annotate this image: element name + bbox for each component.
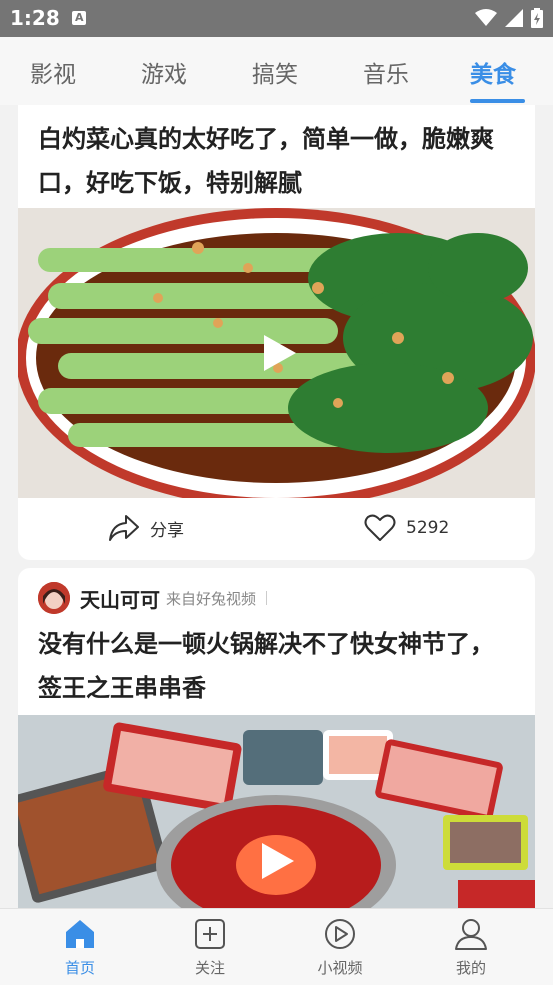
video-thumbnail[interactable] xyxy=(18,715,535,908)
share-icon xyxy=(109,515,139,541)
play-icon[interactable] xyxy=(264,335,296,371)
nav-follow-label: 关注 xyxy=(194,959,225,977)
divider xyxy=(266,591,268,605)
play-circle-icon xyxy=(325,919,355,949)
play-icon[interactable] xyxy=(262,843,294,879)
like-button[interactable]: 5292 xyxy=(364,514,449,542)
heart-icon xyxy=(364,514,396,541)
author-row[interactable]: 天山可可 来自好兔视频 xyxy=(38,580,268,616)
tab-film[interactable]: 影视 xyxy=(30,55,76,89)
bottom-nav: 首页 关注 小视频 我的 xyxy=(0,908,553,985)
nav-home[interactable]: 首页 xyxy=(40,917,120,978)
nav-follow[interactable]: 关注 xyxy=(170,917,250,978)
tab-funny[interactable]: 搞笑 xyxy=(252,55,298,89)
active-tab-indicator xyxy=(470,99,525,103)
video-title[interactable]: 白灼菜心真的太好吃了，简单一做，脆嫩爽口，好吃下饭，特别解腻 xyxy=(38,117,515,205)
nav-profile-label: 我的 xyxy=(455,959,486,977)
share-label: 分享 xyxy=(150,520,184,541)
video-thumbnail[interactable] xyxy=(18,208,535,498)
nav-home-label: 首页 xyxy=(64,959,95,977)
share-button[interactable]: 分享 xyxy=(108,514,184,542)
status-bar: 1:28 xyxy=(0,0,553,37)
user-icon xyxy=(455,919,487,950)
author-source: 来自好兔视频 xyxy=(166,589,257,608)
author-name[interactable]: 天山可可 xyxy=(80,584,160,613)
battery-charging-icon xyxy=(531,8,543,28)
avatar[interactable] xyxy=(38,582,70,614)
home-icon xyxy=(66,920,94,948)
video-title[interactable]: 没有什么是一顿火锅解决不了快女神节了，签王之王串串香 xyxy=(38,622,515,710)
add-square-icon xyxy=(195,919,225,949)
status-indicators xyxy=(475,8,543,28)
feed-card[interactable]: 天山可可 来自好兔视频 没有什么是一顿火锅解决不了快女神节了，签王之王串串香 xyxy=(18,568,535,908)
tab-food[interactable]: 美食 xyxy=(470,55,516,89)
notification-app-icon xyxy=(72,11,86,25)
nav-profile[interactable]: 我的 xyxy=(431,917,511,978)
tab-music[interactable]: 音乐 xyxy=(363,55,409,89)
category-tab-bar: 影视 游戏 搞笑 音乐 美食 xyxy=(0,37,553,105)
signal-icon xyxy=(505,9,523,27)
wifi-icon xyxy=(475,9,497,26)
feed-card[interactable]: 白灼菜心真的太好吃了，简单一做，脆嫩爽口，好吃下饭，特别解腻 分享 5292 xyxy=(18,105,535,560)
thumbnail-image xyxy=(18,715,535,908)
avatar-image xyxy=(38,582,70,614)
nav-short-video-label: 小视频 xyxy=(317,959,363,977)
status-time: 1:28 xyxy=(10,6,60,30)
card-actions: 分享 5292 xyxy=(18,498,535,560)
tab-games[interactable]: 游戏 xyxy=(141,55,187,89)
like-count: 5292 xyxy=(406,518,450,538)
nav-short-video[interactable]: 小视频 xyxy=(300,917,380,978)
